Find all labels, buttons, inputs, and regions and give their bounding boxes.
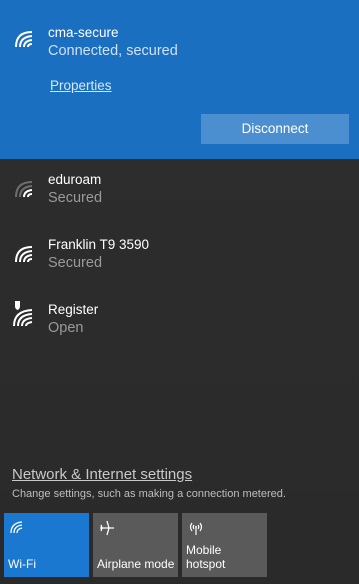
airplane-tile-label: Airplane mode xyxy=(97,557,175,571)
hotspot-icon xyxy=(187,519,205,537)
airplane-icon xyxy=(98,519,116,537)
network-status: Open xyxy=(48,320,84,336)
airplane-mode-tile[interactable]: Airplane mode xyxy=(93,513,178,577)
connected-network-name: cma-secure xyxy=(48,25,119,40)
disconnect-button[interactable]: Disconnect xyxy=(201,114,349,144)
wifi-tile-label: Wi-Fi xyxy=(8,557,36,571)
wifi-icon xyxy=(9,519,27,537)
wifi-open-shield-icon xyxy=(11,298,37,327)
wifi-signal-icon xyxy=(13,27,39,53)
network-settings-description: Change settings, such as making a connec… xyxy=(12,488,286,500)
hotspot-tile-label: Mobile hotspot xyxy=(186,543,226,571)
wifi-weak-signal-icon xyxy=(13,177,39,203)
network-status: Secured xyxy=(48,255,103,271)
wifi-toggle-tile[interactable]: Wi-Fi xyxy=(4,513,89,577)
network-item-register[interactable]: Register Open xyxy=(0,295,359,355)
network-item-eduroam[interactable]: eduroam Secured xyxy=(0,165,359,225)
network-name: Register xyxy=(48,302,99,317)
connected-network-status: Connected, secured xyxy=(48,43,178,59)
wifi-signal-icon xyxy=(13,242,39,268)
network-name: eduroam xyxy=(48,172,102,187)
connected-network-panel[interactable]: cma-secure Connected, secured Properties… xyxy=(0,0,359,159)
network-flyout: cma-secure Connected, secured Properties… xyxy=(0,0,359,584)
network-settings-link[interactable]: Network & Internet settings xyxy=(12,466,192,483)
properties-link[interactable]: Properties xyxy=(50,78,112,93)
mobile-hotspot-tile[interactable]: Mobile hotspot xyxy=(182,513,267,577)
network-item-franklin[interactable]: Franklin T9 3590 Secured xyxy=(0,230,359,290)
network-name: Franklin T9 3590 xyxy=(48,237,150,252)
network-status: Secured xyxy=(48,190,103,206)
